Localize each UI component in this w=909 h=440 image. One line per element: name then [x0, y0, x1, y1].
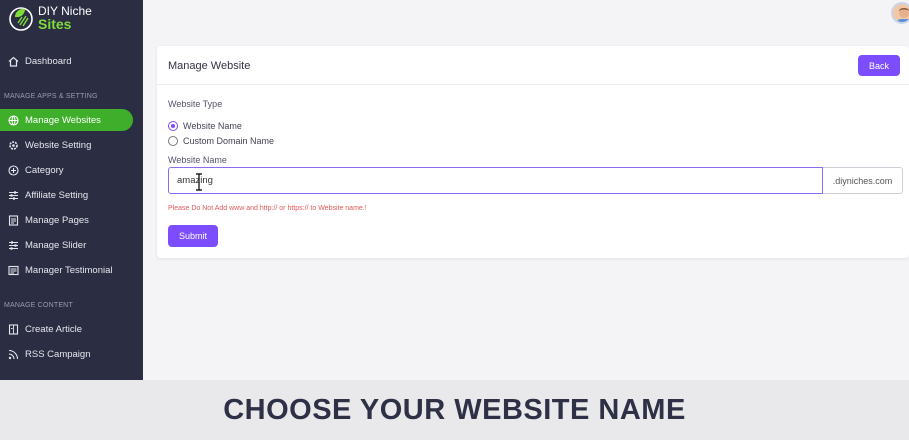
- article-icon: [8, 323, 19, 335]
- logo-leaf-icon: [6, 3, 36, 33]
- sidebar-item-label: Manage Slider: [25, 239, 87, 251]
- website-type-label: Website Type: [168, 99, 223, 109]
- sidebar-item-label: Manager Testimonial: [25, 264, 113, 276]
- sidebar-item-manage-websites[interactable]: Manage Websites: [0, 109, 133, 131]
- radio-custom-domain[interactable]: Custom Domain Name: [168, 136, 274, 146]
- website-name-input[interactable]: [168, 167, 823, 194]
- sidebar-item-label: Website Setting: [25, 139, 92, 151]
- manage-website-card: Manage Website Back Website Type Website…: [157, 46, 909, 258]
- sliders-icon: [8, 190, 19, 201]
- gear-icon: [8, 140, 19, 151]
- user-avatar[interactable]: [891, 2, 909, 24]
- sidebar-item-manager-testimonial[interactable]: Manager Testimonial: [0, 259, 133, 281]
- sidebar-item-manage-slider[interactable]: Manage Slider: [0, 234, 133, 256]
- sidebar: DIY Niche Sites Dashboard MANAGE APPS & …: [0, 0, 143, 380]
- card-title: Manage Website: [168, 60, 251, 72]
- sidebar-item-manage-pages[interactable]: Manage Pages: [0, 209, 133, 231]
- rss-icon: [8, 349, 19, 360]
- caption-band: CHOOSE YOUR WEBSITE NAME: [0, 380, 909, 440]
- back-button[interactable]: Back: [858, 55, 900, 76]
- sidebar-item-label: Dashboard: [25, 55, 72, 67]
- brand-name-line2: Sites: [38, 16, 72, 32]
- radio-label: Custom Domain Name: [183, 136, 275, 146]
- section-heading-content: MANAGE CONTENT: [4, 302, 73, 309]
- radio-label: Website Name: [183, 121, 242, 131]
- domain-suffix: .diyniches.com: [823, 167, 903, 194]
- sidebar-item-label: Affiliate Setting: [25, 189, 89, 201]
- website-name-input-group: .diyniches.com: [168, 167, 903, 194]
- sidebar-item-label: Manage Websites: [25, 114, 101, 126]
- plus-circle-icon: [8, 164, 19, 176]
- sidebar-item-rss-campaign[interactable]: RSS Campaign: [0, 343, 133, 365]
- video-caption: CHOOSE YOUR WEBSITE NAME: [223, 393, 686, 426]
- sidebar-item-label: Manage Pages: [25, 214, 89, 226]
- sidebar-item-affiliate-setting[interactable]: Affiliate Setting: [0, 184, 133, 206]
- sliders-icon: [8, 240, 19, 251]
- sidebar-item-category[interactable]: Category: [0, 159, 133, 181]
- warning-message: Please Do Not Add www and http:// or htt…: [168, 205, 367, 212]
- sidebar-item-label: RSS Campaign: [25, 348, 91, 360]
- globe-icon: [8, 114, 19, 126]
- radio-button[interactable]: [168, 136, 178, 146]
- text-cursor-icon: [195, 173, 203, 191]
- submit-button[interactable]: Submit: [168, 225, 218, 247]
- website-name-label: Website Name: [168, 155, 227, 165]
- section-heading-apps: MANAGE APPS & SETTING: [4, 93, 98, 100]
- sidebar-item-label: Create Article: [25, 323, 83, 335]
- sidebar-item-website-setting[interactable]: Website Setting: [0, 134, 133, 156]
- brand-logo[interactable]: DIY Niche Sites: [6, 2, 92, 34]
- home-icon: [8, 56, 19, 67]
- sidebar-item-create-article[interactable]: Create Article: [0, 318, 133, 340]
- sidebar-item-dashboard[interactable]: Dashboard: [0, 50, 133, 72]
- page-icon: [8, 214, 19, 226]
- testimonial-icon: [8, 265, 19, 276]
- sidebar-item-label: Category: [25, 164, 64, 176]
- card-divider: [157, 84, 909, 85]
- radio-website-name[interactable]: Website Name: [168, 121, 242, 131]
- radio-button-checked[interactable]: [168, 121, 178, 131]
